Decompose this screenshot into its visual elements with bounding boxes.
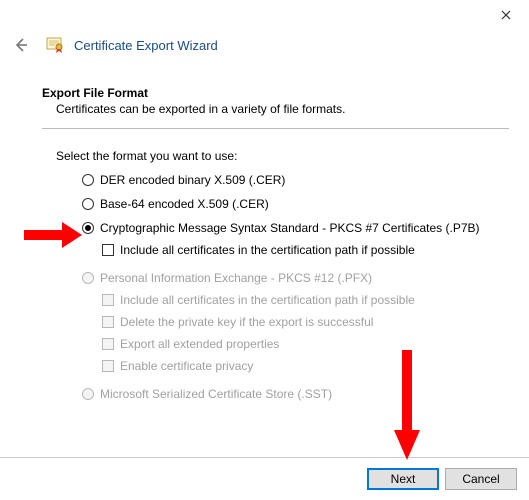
radio-icon (82, 272, 94, 284)
option-label: Export all extended properties (120, 337, 279, 351)
radio-icon (82, 222, 94, 234)
certificate-icon (44, 34, 66, 56)
option-label: Personal Information Exchange - PKCS #12… (100, 271, 372, 285)
section-title: Export File Format (42, 86, 509, 100)
option-label: DER encoded binary X.509 (.CER) (100, 173, 285, 187)
format-options: DER encoded binary X.509 (.CER) Base-64 … (82, 171, 509, 403)
wizard-header: Certificate Export Wizard (0, 30, 529, 60)
divider (42, 128, 509, 129)
cancel-button[interactable]: Cancel (445, 468, 517, 490)
option-base64[interactable]: Base-64 encoded X.509 (.CER) (82, 195, 509, 213)
option-label: Include all certificates in the certific… (120, 243, 415, 257)
checkbox-icon (102, 316, 114, 328)
wizard-title: Certificate Export Wizard (74, 38, 218, 53)
option-label: Enable certificate privacy (120, 359, 253, 373)
option-pfx-privacy: Enable certificate privacy (102, 357, 509, 375)
radio-icon (82, 174, 94, 186)
option-label: Cryptographic Message Syntax Standard - … (100, 221, 480, 235)
footer-divider (0, 457, 529, 458)
footer-buttons: Next Cancel (367, 468, 517, 490)
content-area: Export File Format Certificates can be e… (42, 86, 509, 403)
checkbox-icon (102, 294, 114, 306)
option-label: Include all certificates in the certific… (120, 293, 415, 307)
option-label: Microsoft Serialized Certificate Store (… (100, 387, 332, 401)
option-label: Delete the private key if the export is … (120, 315, 373, 329)
option-p7b-include[interactable]: Include all certificates in the certific… (102, 241, 509, 259)
next-button[interactable]: Next (367, 468, 439, 490)
option-label: Base-64 encoded X.509 (.CER) (100, 197, 269, 211)
checkbox-icon (102, 338, 114, 350)
close-icon[interactable] (491, 4, 521, 26)
option-pfx-extended: Export all extended properties (102, 335, 509, 353)
option-p7b[interactable]: Cryptographic Message Syntax Standard - … (82, 219, 509, 237)
option-pfx-include: Include all certificates in the certific… (102, 291, 509, 309)
back-arrow-icon[interactable] (10, 34, 32, 56)
radio-icon (82, 388, 94, 400)
section-subtitle: Certificates can be exported in a variet… (56, 102, 509, 116)
checkbox-icon (102, 244, 114, 256)
radio-icon (82, 198, 94, 210)
option-pfx-delete: Delete the private key if the export is … (102, 313, 509, 331)
option-sst: Microsoft Serialized Certificate Store (… (82, 385, 509, 403)
option-der[interactable]: DER encoded binary X.509 (.CER) (82, 171, 509, 189)
titlebar (0, 0, 529, 30)
option-pfx: Personal Information Exchange - PKCS #12… (82, 269, 509, 287)
format-prompt: Select the format you want to use: (56, 149, 509, 163)
checkbox-icon (102, 360, 114, 372)
